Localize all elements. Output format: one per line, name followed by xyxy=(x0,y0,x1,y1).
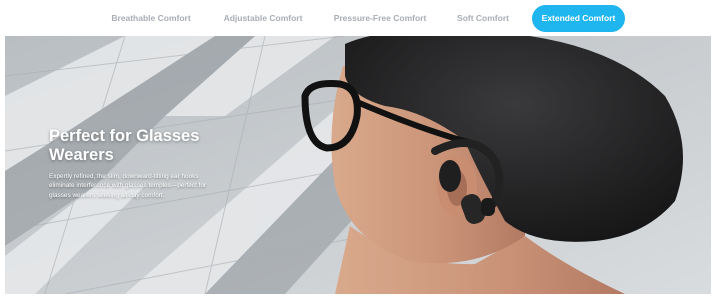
hero-title: Perfect for Glasses Wearers xyxy=(49,127,239,165)
tab-breathable-comfort[interactable]: Breathable Comfort xyxy=(106,5,196,32)
hero-description-line: glasses wearers seeking all-day comfort. xyxy=(49,191,165,199)
hero-description: Expertly refined, the slim, downward-til… xyxy=(49,172,239,200)
feature-tab-bar: Breathable Comfort Adjustable Comfort Pr… xyxy=(0,0,716,36)
hero-description-line: Expertly refined, the slim, downward-til… xyxy=(49,173,199,180)
hero-description-line: eliminate interference with glasses temp… xyxy=(49,182,206,190)
hero-copy: Perfect for Glasses Wearers Expertly ref… xyxy=(49,127,239,200)
tab-extended-comfort[interactable]: Extended Comfort xyxy=(532,5,625,32)
hero-title-line: Wearers xyxy=(49,146,114,164)
tab-adjustable-comfort[interactable]: Adjustable Comfort xyxy=(218,5,308,32)
hero-title-line: Perfect for Glasses xyxy=(49,127,200,145)
tab-soft-comfort[interactable]: Soft Comfort xyxy=(447,5,519,32)
tab-pressure-free-comfort[interactable]: Pressure-Free Comfort xyxy=(330,5,430,32)
hero-banner: Perfect for Glasses Wearers Expertly ref… xyxy=(5,36,711,294)
